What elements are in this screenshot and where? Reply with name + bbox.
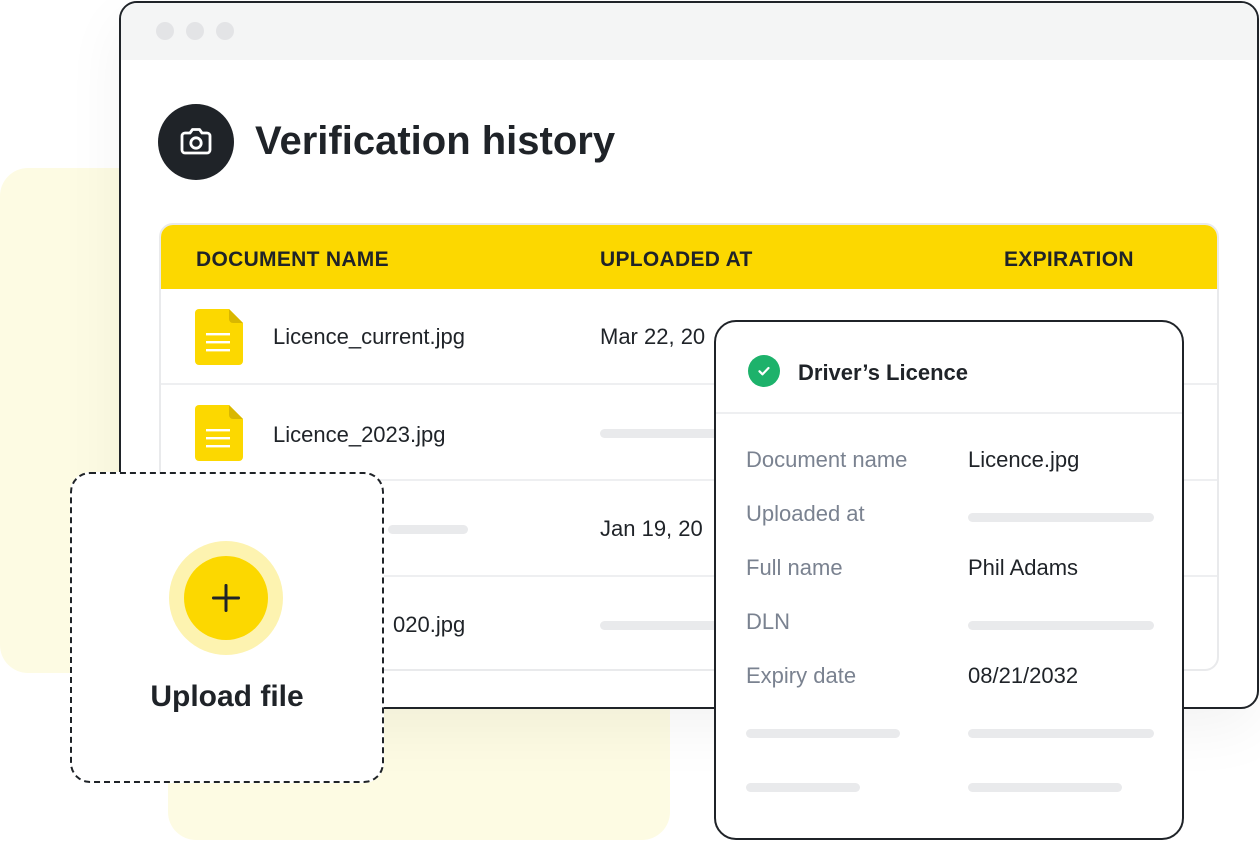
document-details-card: Driver’s Licence Document name Licence.j…	[714, 320, 1184, 840]
document-name[interactable]: 020.jpg	[393, 612, 465, 638]
uploaded-placeholder	[600, 621, 730, 630]
card-header: Driver’s Licence	[716, 322, 1182, 414]
field-label-dln: DLN	[746, 609, 791, 634]
field-label-uploaded-at: Uploaded at	[746, 501, 865, 526]
uploaded-date: Jan 19, 20	[600, 516, 703, 541]
uploaded-date: Mar 22, 20	[600, 324, 706, 349]
document-name[interactable]: Licence_2023.jpg	[273, 422, 445, 448]
field-value-document-name: Licence.jpg	[968, 447, 1080, 472]
field-value-placeholder	[968, 729, 1154, 738]
plus-button-halo	[169, 541, 283, 655]
field-value-full-name: Phil Adams	[968, 555, 1079, 580]
field-value-expiry-date: 08/21/2032	[968, 663, 1079, 688]
uploaded-placeholder	[600, 429, 730, 438]
plus-icon	[212, 584, 240, 612]
field-label-expiry-date: Expiry date	[746, 663, 857, 688]
document-file-icon	[195, 309, 243, 365]
table-header: DOCUMENT NAME UPLOADED AT EXPIRATION	[161, 225, 1217, 289]
window-titlebar	[121, 3, 1257, 60]
add-file-button[interactable]	[184, 556, 268, 640]
window-control-dot[interactable]	[156, 22, 174, 40]
column-header-document-name[interactable]: DOCUMENT NAME	[196, 248, 389, 272]
document-name-placeholder	[388, 525, 468, 534]
field-label-full-name: Full name	[746, 555, 843, 580]
upload-file-label: Upload file	[150, 680, 304, 713]
field-label-document-name: Document name	[746, 447, 908, 472]
column-header-uploaded-at[interactable]: UPLOADED AT	[600, 248, 753, 272]
field-value-placeholder	[968, 513, 1154, 522]
window-control-dot[interactable]	[186, 22, 204, 40]
document-file-icon	[195, 405, 243, 461]
field-value-placeholder	[968, 621, 1154, 630]
window-control-dot[interactable]	[216, 22, 234, 40]
field-label-placeholder	[746, 729, 900, 738]
document-name[interactable]: Licence_current.jpg	[273, 324, 465, 350]
upload-file-dropzone[interactable]: Upload file	[70, 472, 384, 783]
column-header-expiration[interactable]: EXPIRATION	[1004, 248, 1134, 272]
check-circle-icon	[748, 355, 780, 387]
field-label-placeholder	[746, 783, 860, 792]
card-title: Driver’s Licence	[798, 360, 968, 385]
camera-icon	[158, 104, 234, 180]
field-value-placeholder	[968, 783, 1122, 792]
page-title: Verification history	[255, 119, 616, 163]
